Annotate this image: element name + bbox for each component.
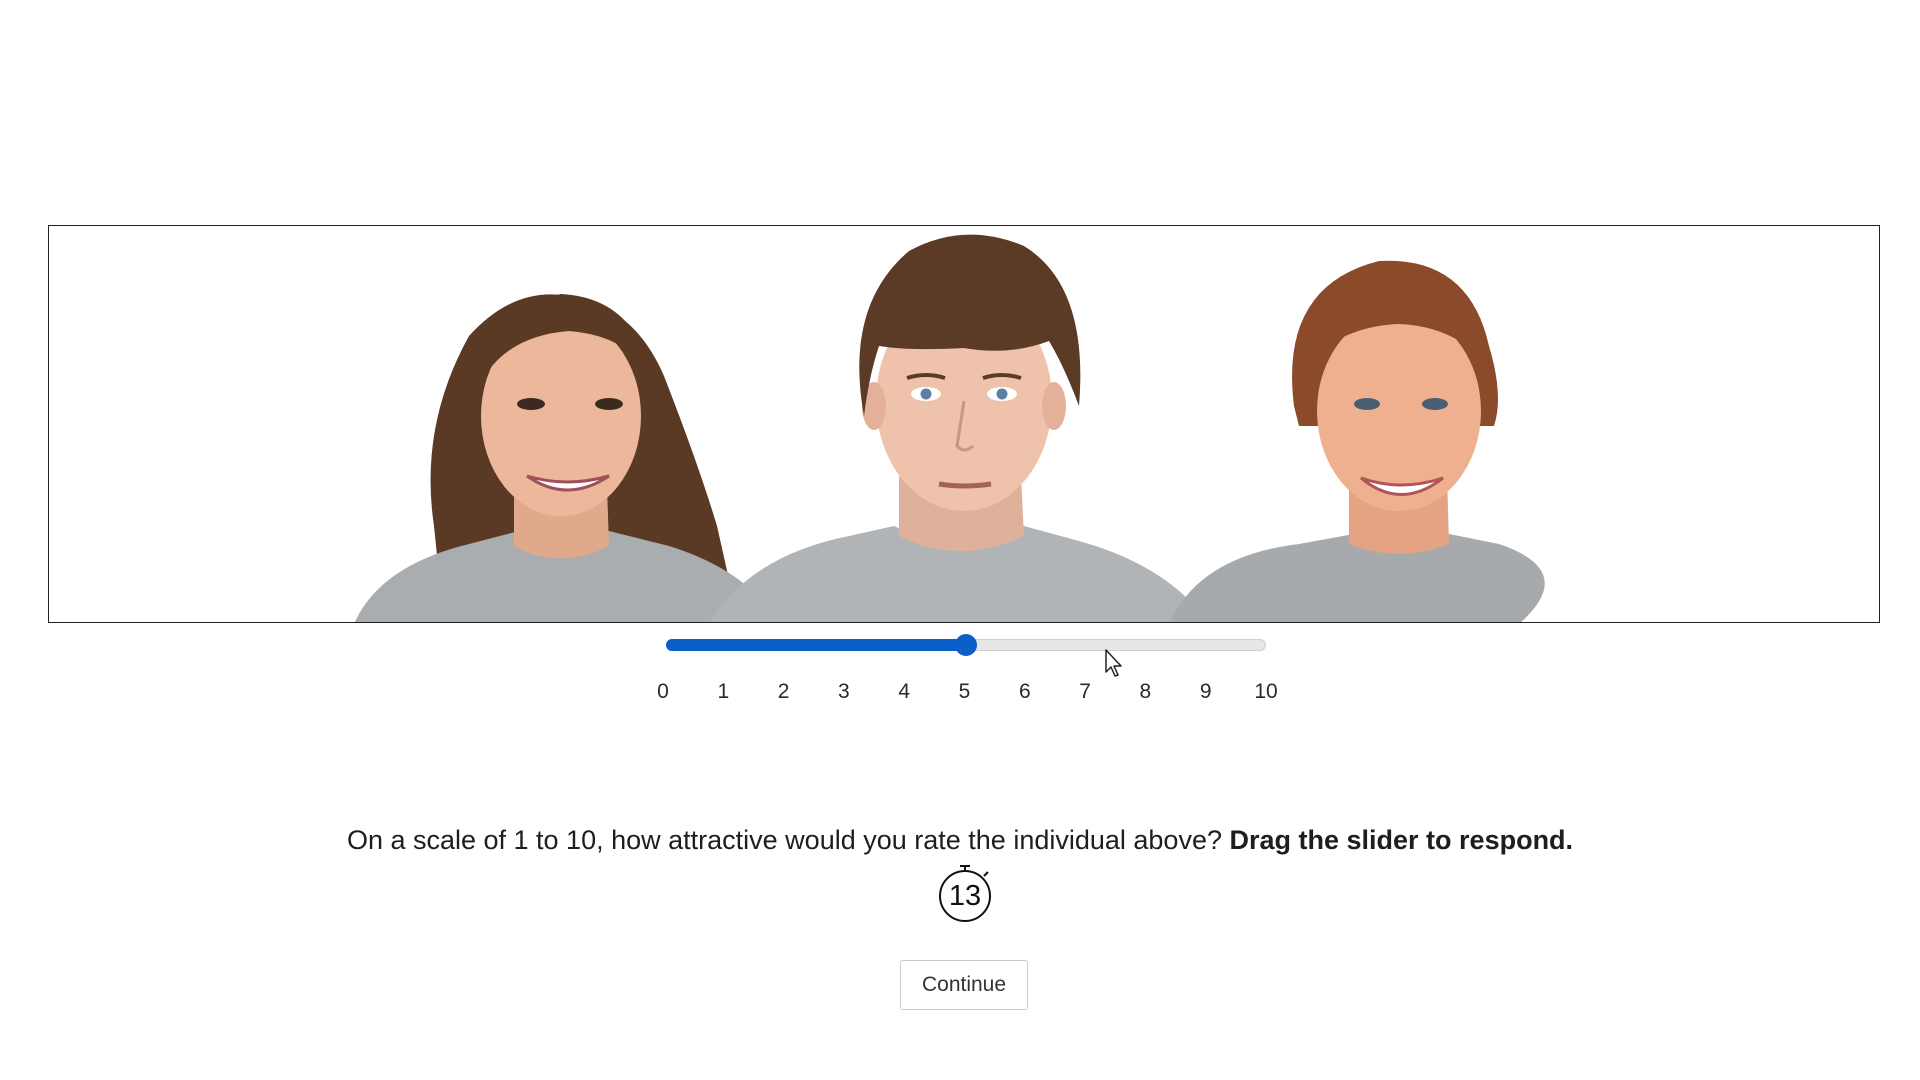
tick-label-3: 3 [838,680,850,703]
tick-label-2: 2 [777,680,790,703]
survey-page: 0 1 2 3 4 5 6 7 8 9 10 On a scale of 1 to 10, how … [0,0,1920,1080]
question-instruction: Drag the slider to respond. [1229,825,1574,855]
slider-tick-labels: 0 1 2 3 4 5 6 7 8 9 10 [657,680,1283,706]
tick-label-10: 10 [1254,680,1278,703]
face-stimulus-frame [48,225,1880,623]
question-text: On a scale of 1 to 10, how attractive wo… [0,825,1920,856]
tick-label-5: 5 [958,680,971,703]
tick-label-1: 1 [717,680,730,703]
face-center-photo [710,234,1208,622]
question-prompt: On a scale of 1 to 10, how attractive wo… [346,825,1222,855]
mouse-pointer-icon [1105,649,1122,677]
rating-slider[interactable] [666,634,1270,656]
face-right-photo [1169,260,1545,622]
tick-label-8: 8 [1139,680,1152,703]
tick-label-7: 7 [1079,680,1091,703]
continue-button[interactable]: Continue [900,960,1028,1010]
tick-label-6: 6 [1018,680,1031,703]
slider-fill [666,639,966,651]
tick-label-4: 4 [898,680,911,703]
face-left-photo [354,294,778,622]
stopwatch-timer: 13 [937,862,993,924]
tick-label-0: 0 [657,680,669,703]
slider-thumb[interactable] [955,634,977,656]
tick-label-9: 9 [1199,680,1212,703]
timer-value: 13 [948,880,982,912]
